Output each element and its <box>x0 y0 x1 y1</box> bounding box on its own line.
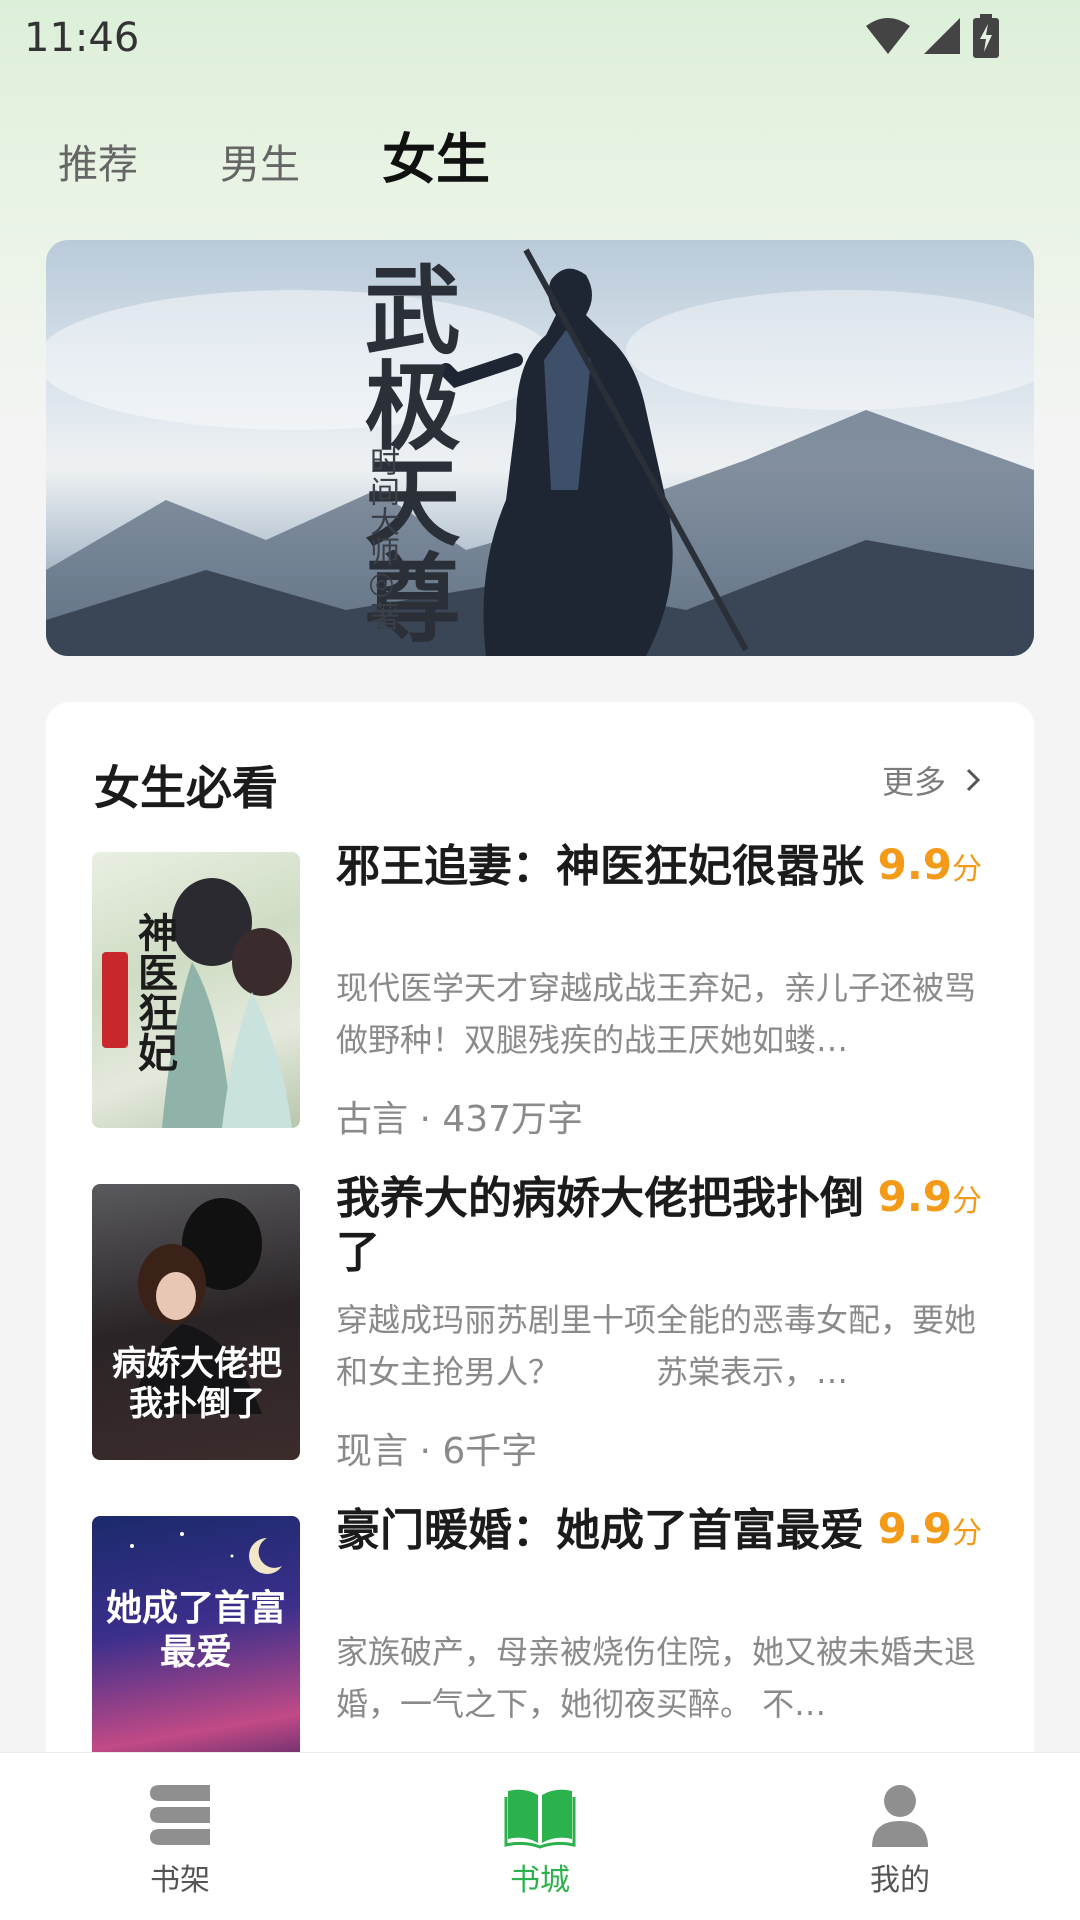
more-button[interactable]: 更多 <box>882 757 986 803</box>
tab-recommend[interactable]: 推荐 <box>58 132 138 190</box>
book-description: 家族破产，母亲被烧伤住院，她又被未婚夫退婚，一气之下，她彻夜买醉。 不… <box>336 1633 977 1723</box>
nav-bookstore[interactable]: 书城 <box>360 1753 720 1920</box>
promo-banner[interactable]: 武极天尊 时间大师◎著 <box>46 240 1034 656</box>
nav-bookshelf[interactable]: 书架 <box>0 1753 360 1920</box>
cover-artwork <box>102 878 292 1128</box>
status-time: 11:46 <box>24 15 140 61</box>
chevron-right-icon <box>966 768 981 792</box>
book-title: 我养大的病娇大佬把我扑倒了 <box>336 1173 864 1278</box>
rating-value: 9.9 <box>877 840 952 889</box>
cover-title: 病娇大佬把我扑倒了 <box>112 1344 282 1424</box>
book-cover: 病娇大佬把我扑倒了 <box>92 1184 300 1460</box>
book-description: 现代医学天才穿越成战王弃妃，亲儿子还被骂做野种！双腿残疾的战王厌她如蝼… <box>336 969 977 1059</box>
status-icons <box>864 14 1000 58</box>
book-cover: 她成了首富最爱 <box>92 1516 300 1792</box>
book-meta: 现言 · 6千字 <box>336 1431 538 1472</box>
female-must-read-section: 女生必看 更多 神医狂妃 邪王追妻：神医狂妃很嚣张 9.9分 现代医学天才穿越成… <box>46 702 1034 1920</box>
book-title: 邪王追妻：神医狂妃很嚣张 <box>336 841 864 892</box>
banner-artwork <box>46 248 1034 656</box>
section-title: 女生必看 <box>94 761 278 815</box>
user-icon <box>872 1785 928 1847</box>
more-label: 更多 <box>881 763 946 801</box>
book-title: 豪门暖婚：她成了首富最爱 <box>336 1505 864 1556</box>
book-rating: 9.9分 <box>878 1172 982 1221</box>
banner-title: 武极天尊 <box>348 260 461 644</box>
bottom-navigation: 书架 书城 我的 <box>0 1752 1080 1920</box>
open-book-icon <box>504 1789 576 1849</box>
book-description: 穿越成玛丽苏剧里十项全能的恶毒女配，要她和女主抢男人？ 苏棠表示，… <box>336 1301 977 1391</box>
rating-unit: 分 <box>952 1184 982 1219</box>
category-tabs: 推荐 男生 女生 <box>58 115 572 194</box>
banner-author: 时间大师◎著 <box>364 446 399 631</box>
nav-label: 书城 <box>510 1863 570 1898</box>
rating-value: 9.9 <box>877 1172 952 1221</box>
nav-mine[interactable]: 我的 <box>720 1753 1080 1920</box>
rating-unit: 分 <box>952 852 982 887</box>
book-item[interactable]: 神医狂妃 邪王追妻：神医狂妃很嚣张 9.9分 现代医学天才穿越成战王弃妃，亲儿子… <box>92 840 982 1152</box>
battery-icon <box>973 14 999 58</box>
status-bar: 11:46 <box>0 0 1080 76</box>
book-rating: 9.9分 <box>878 1504 982 1553</box>
nav-label: 书架 <box>150 1863 210 1898</box>
book-item[interactable]: 病娇大佬把我扑倒了 我养大的病娇大佬把我扑倒了 9.9分 穿越成玛丽苏剧里十项全… <box>92 1172 982 1484</box>
tab-male[interactable]: 男生 <box>220 132 300 190</box>
tab-female[interactable]: 女生 <box>382 115 490 194</box>
nav-label: 我的 <box>870 1863 930 1898</box>
signal-icon <box>924 18 960 54</box>
bookshelf-icon <box>150 1785 210 1845</box>
book-cover: 神医狂妃 <box>92 852 300 1128</box>
wifi-icon <box>866 18 910 54</box>
book-meta: 古言 · 437万字 <box>336 1099 584 1140</box>
rating-value: 9.9 <box>877 1504 952 1553</box>
cover-title: 她成了首富最爱 <box>106 1587 287 1673</box>
book-rating: 9.9分 <box>878 840 982 889</box>
cover-title: 神医狂妃 <box>131 912 178 1072</box>
rating-unit: 分 <box>952 1516 982 1551</box>
